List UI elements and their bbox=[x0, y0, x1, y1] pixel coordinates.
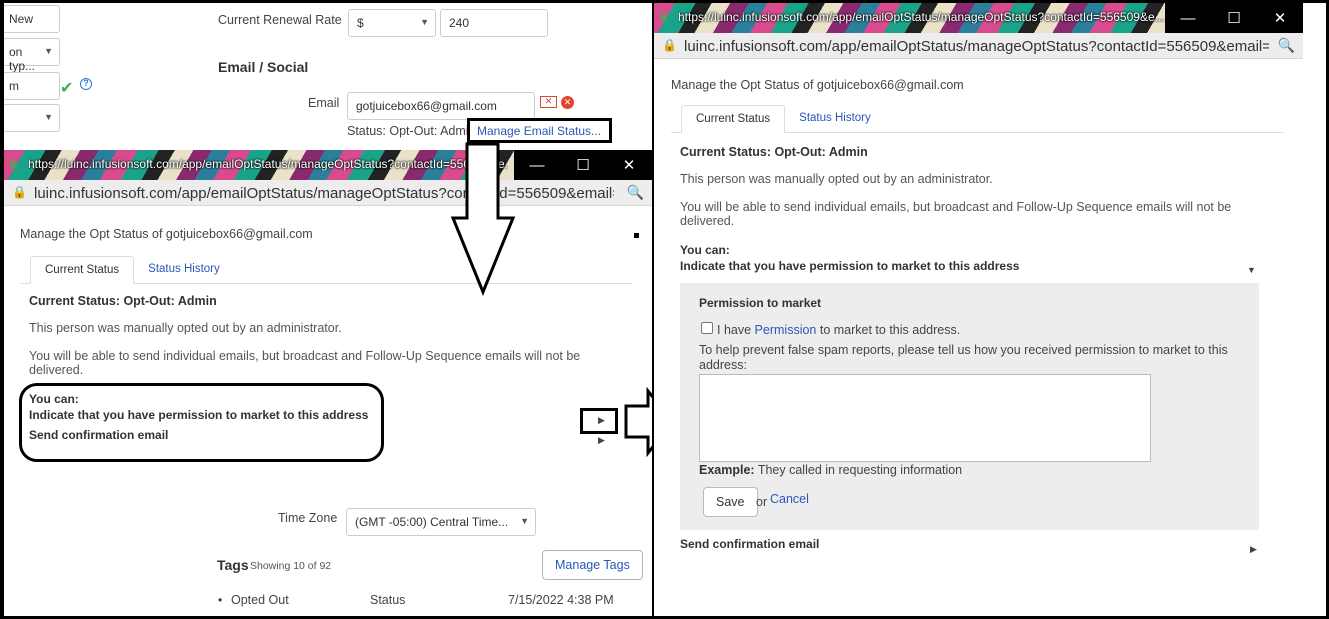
left-address-url[interactable]: luinc.infusionsoft.com/app/emailOptStatu… bbox=[34, 185, 614, 202]
app-logo-icon: k bbox=[660, 9, 668, 25]
minimize-icon[interactable]: — bbox=[514, 150, 560, 180]
tag-bullet: • bbox=[218, 593, 223, 607]
left-you-can: You can: bbox=[29, 392, 79, 406]
email-label: Email bbox=[308, 96, 340, 110]
or-text: or bbox=[756, 495, 768, 509]
left-popup-title: https://luinc.infusionsoft.com/app/email… bbox=[28, 157, 508, 171]
checkbox-label: I have Permission to market to this addr… bbox=[717, 323, 960, 337]
right-manage-title: Manage the Opt Status of gotjuicebox66@g… bbox=[671, 78, 964, 92]
left-select-4[interactable]: ▼ bbox=[0, 104, 60, 132]
left-field-1[interactable]: New bbox=[0, 5, 60, 33]
permission-help-text: To help prevent false spam reports, plea… bbox=[699, 343, 1228, 372]
tab-current-status[interactable]: Current Status bbox=[681, 105, 786, 133]
app-logo-icon: k bbox=[10, 156, 18, 172]
permission-title: Permission to market bbox=[699, 296, 822, 310]
left-address-bar: 🔒 luinc.infusionsoft.com/app/emailOptSta… bbox=[4, 180, 652, 206]
permission-textarea[interactable] bbox=[699, 374, 1151, 462]
collapse-permission-icon[interactable]: ▼ bbox=[1247, 265, 1256, 275]
expand-confirmation-icon[interactable]: ▶ bbox=[598, 435, 605, 446]
tab-status-history[interactable]: Status History bbox=[785, 105, 885, 132]
expand-confirmation-icon[interactable]: ▶ bbox=[1250, 544, 1257, 555]
currency-select[interactable]: $ ▼ bbox=[348, 9, 436, 37]
email-input[interactable]: gotjuicebox66@gmail.com bbox=[347, 92, 535, 120]
tab-status-history[interactable]: Status History bbox=[134, 256, 234, 283]
background-lower-form: Time Zone (GMT -05:00) Central Time... ▼ … bbox=[4, 500, 652, 616]
zoom-icon[interactable]: 🔍 bbox=[627, 184, 644, 201]
permission-panel: Permission to market I have Permission t… bbox=[680, 283, 1259, 530]
left-select-type-value: on typ... bbox=[9, 45, 36, 73]
minimize-icon[interactable]: — bbox=[1165, 3, 1211, 33]
zoom-icon[interactable]: 🔍 bbox=[1278, 37, 1295, 54]
close-icon[interactable]: ✕ bbox=[606, 150, 652, 180]
right-popup-window: k https://luinc.infusionsoft.com/app/ema… bbox=[652, 3, 1303, 616]
left-field-3[interactable]: m bbox=[0, 72, 60, 100]
left-window-controls: — ☐ ✕ bbox=[514, 150, 652, 180]
chevron-down-icon: ▼ bbox=[420, 17, 429, 27]
right-popup-titlebar[interactable]: k https://luinc.infusionsoft.com/app/ema… bbox=[654, 3, 1303, 33]
right-option-permission[interactable]: Indicate that you have permission to mar… bbox=[680, 259, 1019, 273]
email-status-text: Status: Opt-Out: Admin bbox=[347, 124, 476, 138]
permission-link[interactable]: Permission bbox=[755, 323, 817, 337]
timezone-label: Time Zone bbox=[278, 511, 338, 525]
checkbox-suffix: to market to this address. bbox=[819, 323, 961, 337]
close-icon[interactable]: ✕ bbox=[1257, 3, 1303, 33]
left-option-confirmation[interactable]: Send confirmation email bbox=[29, 428, 168, 442]
left-popup-titlebar[interactable]: k https://luinc.infusionsoft.com/app/ema… bbox=[4, 150, 652, 180]
email-section-title: Email / Social bbox=[218, 59, 309, 75]
left-popup-window: k https://luinc.infusionsoft.com/app/ema… bbox=[4, 150, 652, 500]
chevron-down-icon: ▼ bbox=[44, 112, 53, 122]
maximize-icon[interactable]: ☐ bbox=[560, 150, 606, 180]
expand-permission-icon[interactable]: ▶ bbox=[598, 415, 605, 426]
right-you-can: You can: bbox=[680, 243, 730, 257]
check-icon: ✔ bbox=[60, 80, 74, 97]
renewal-rate-label: Current Renewal Rate bbox=[218, 13, 342, 27]
renewal-rate-input[interactable]: 240 bbox=[440, 9, 548, 37]
left-status-line2: You will be able to send individual emai… bbox=[29, 349, 581, 377]
example-label: Example: bbox=[699, 463, 755, 477]
maximize-icon[interactable]: ☐ bbox=[1211, 3, 1257, 33]
manage-tags-button[interactable]: Manage Tags bbox=[542, 550, 643, 580]
tag-date: 7/15/2022 4:38 PM bbox=[508, 593, 614, 607]
lock-icon: 🔒 bbox=[662, 38, 677, 52]
lock-icon: 🔒 bbox=[12, 185, 27, 199]
left-current-status: Current Status: Opt-Out: Admin bbox=[29, 294, 217, 308]
right-address-bar: 🔒 luinc.infusionsoft.com/app/emailOptSta… bbox=[654, 33, 1303, 59]
left-tabs: Current Status Status History bbox=[20, 256, 632, 284]
help-icon[interactable]: ? bbox=[80, 78, 92, 90]
right-option-confirmation[interactable]: Send confirmation email bbox=[680, 537, 819, 551]
remove-email-icon[interactable]: ✕ bbox=[561, 96, 574, 109]
example-text: They called in requesting information bbox=[757, 463, 963, 477]
currency-value: $ bbox=[357, 16, 364, 30]
manage-email-status-link[interactable]: Manage Email Status... bbox=[477, 124, 601, 138]
tag-name: Opted Out bbox=[231, 593, 289, 607]
right-tabs: Current Status Status History bbox=[671, 105, 1284, 133]
left-manage-title: Manage the Opt Status of gotjuicebox66@g… bbox=[20, 227, 313, 241]
save-button[interactable]: Save bbox=[703, 487, 758, 517]
left-option-permission[interactable]: Indicate that you have permission to mar… bbox=[29, 408, 368, 422]
left-status-line1: This person was manually opted out by an… bbox=[29, 321, 342, 335]
send-email-icon[interactable]: ✕ bbox=[540, 96, 557, 108]
background-contact-form: New on typ... ▼ m ✔ ? ▼ Current Renewal R… bbox=[0, 0, 652, 150]
permission-checkbox[interactable] bbox=[701, 322, 713, 334]
timezone-select[interactable]: (GMT -05:00) Central Time... ▼ bbox=[346, 508, 536, 536]
tags-title: Tags bbox=[217, 557, 249, 573]
timezone-value: (GMT -05:00) Central Time... bbox=[355, 515, 509, 529]
right-address-url[interactable]: luinc.infusionsoft.com/app/emailOptStatu… bbox=[684, 38, 1269, 55]
right-popup-title: https://luinc.infusionsoft.com/app/email… bbox=[678, 10, 1165, 24]
right-current-status: Current Status: Opt-Out: Admin bbox=[680, 145, 868, 159]
chevron-down-icon: ▼ bbox=[44, 46, 53, 56]
example-line: Example: They called in requesting infor… bbox=[699, 463, 962, 477]
tag-status: Status bbox=[370, 593, 406, 607]
tab-current-status[interactable]: Current Status bbox=[30, 256, 135, 284]
cancel-link[interactable]: Cancel bbox=[770, 492, 809, 506]
left-select-type[interactable]: on typ... ▼ bbox=[0, 38, 60, 73]
right-window-controls: — ☐ ✕ bbox=[1165, 3, 1303, 33]
checkbox-prefix: I have bbox=[717, 323, 752, 337]
chevron-down-icon: ▼ bbox=[520, 516, 529, 526]
right-status-line1: This person was manually opted out by an… bbox=[680, 172, 993, 186]
right-status-line2: You will be able to send individual emai… bbox=[680, 200, 1232, 228]
tags-count: Showing 10 of 92 bbox=[250, 560, 332, 572]
